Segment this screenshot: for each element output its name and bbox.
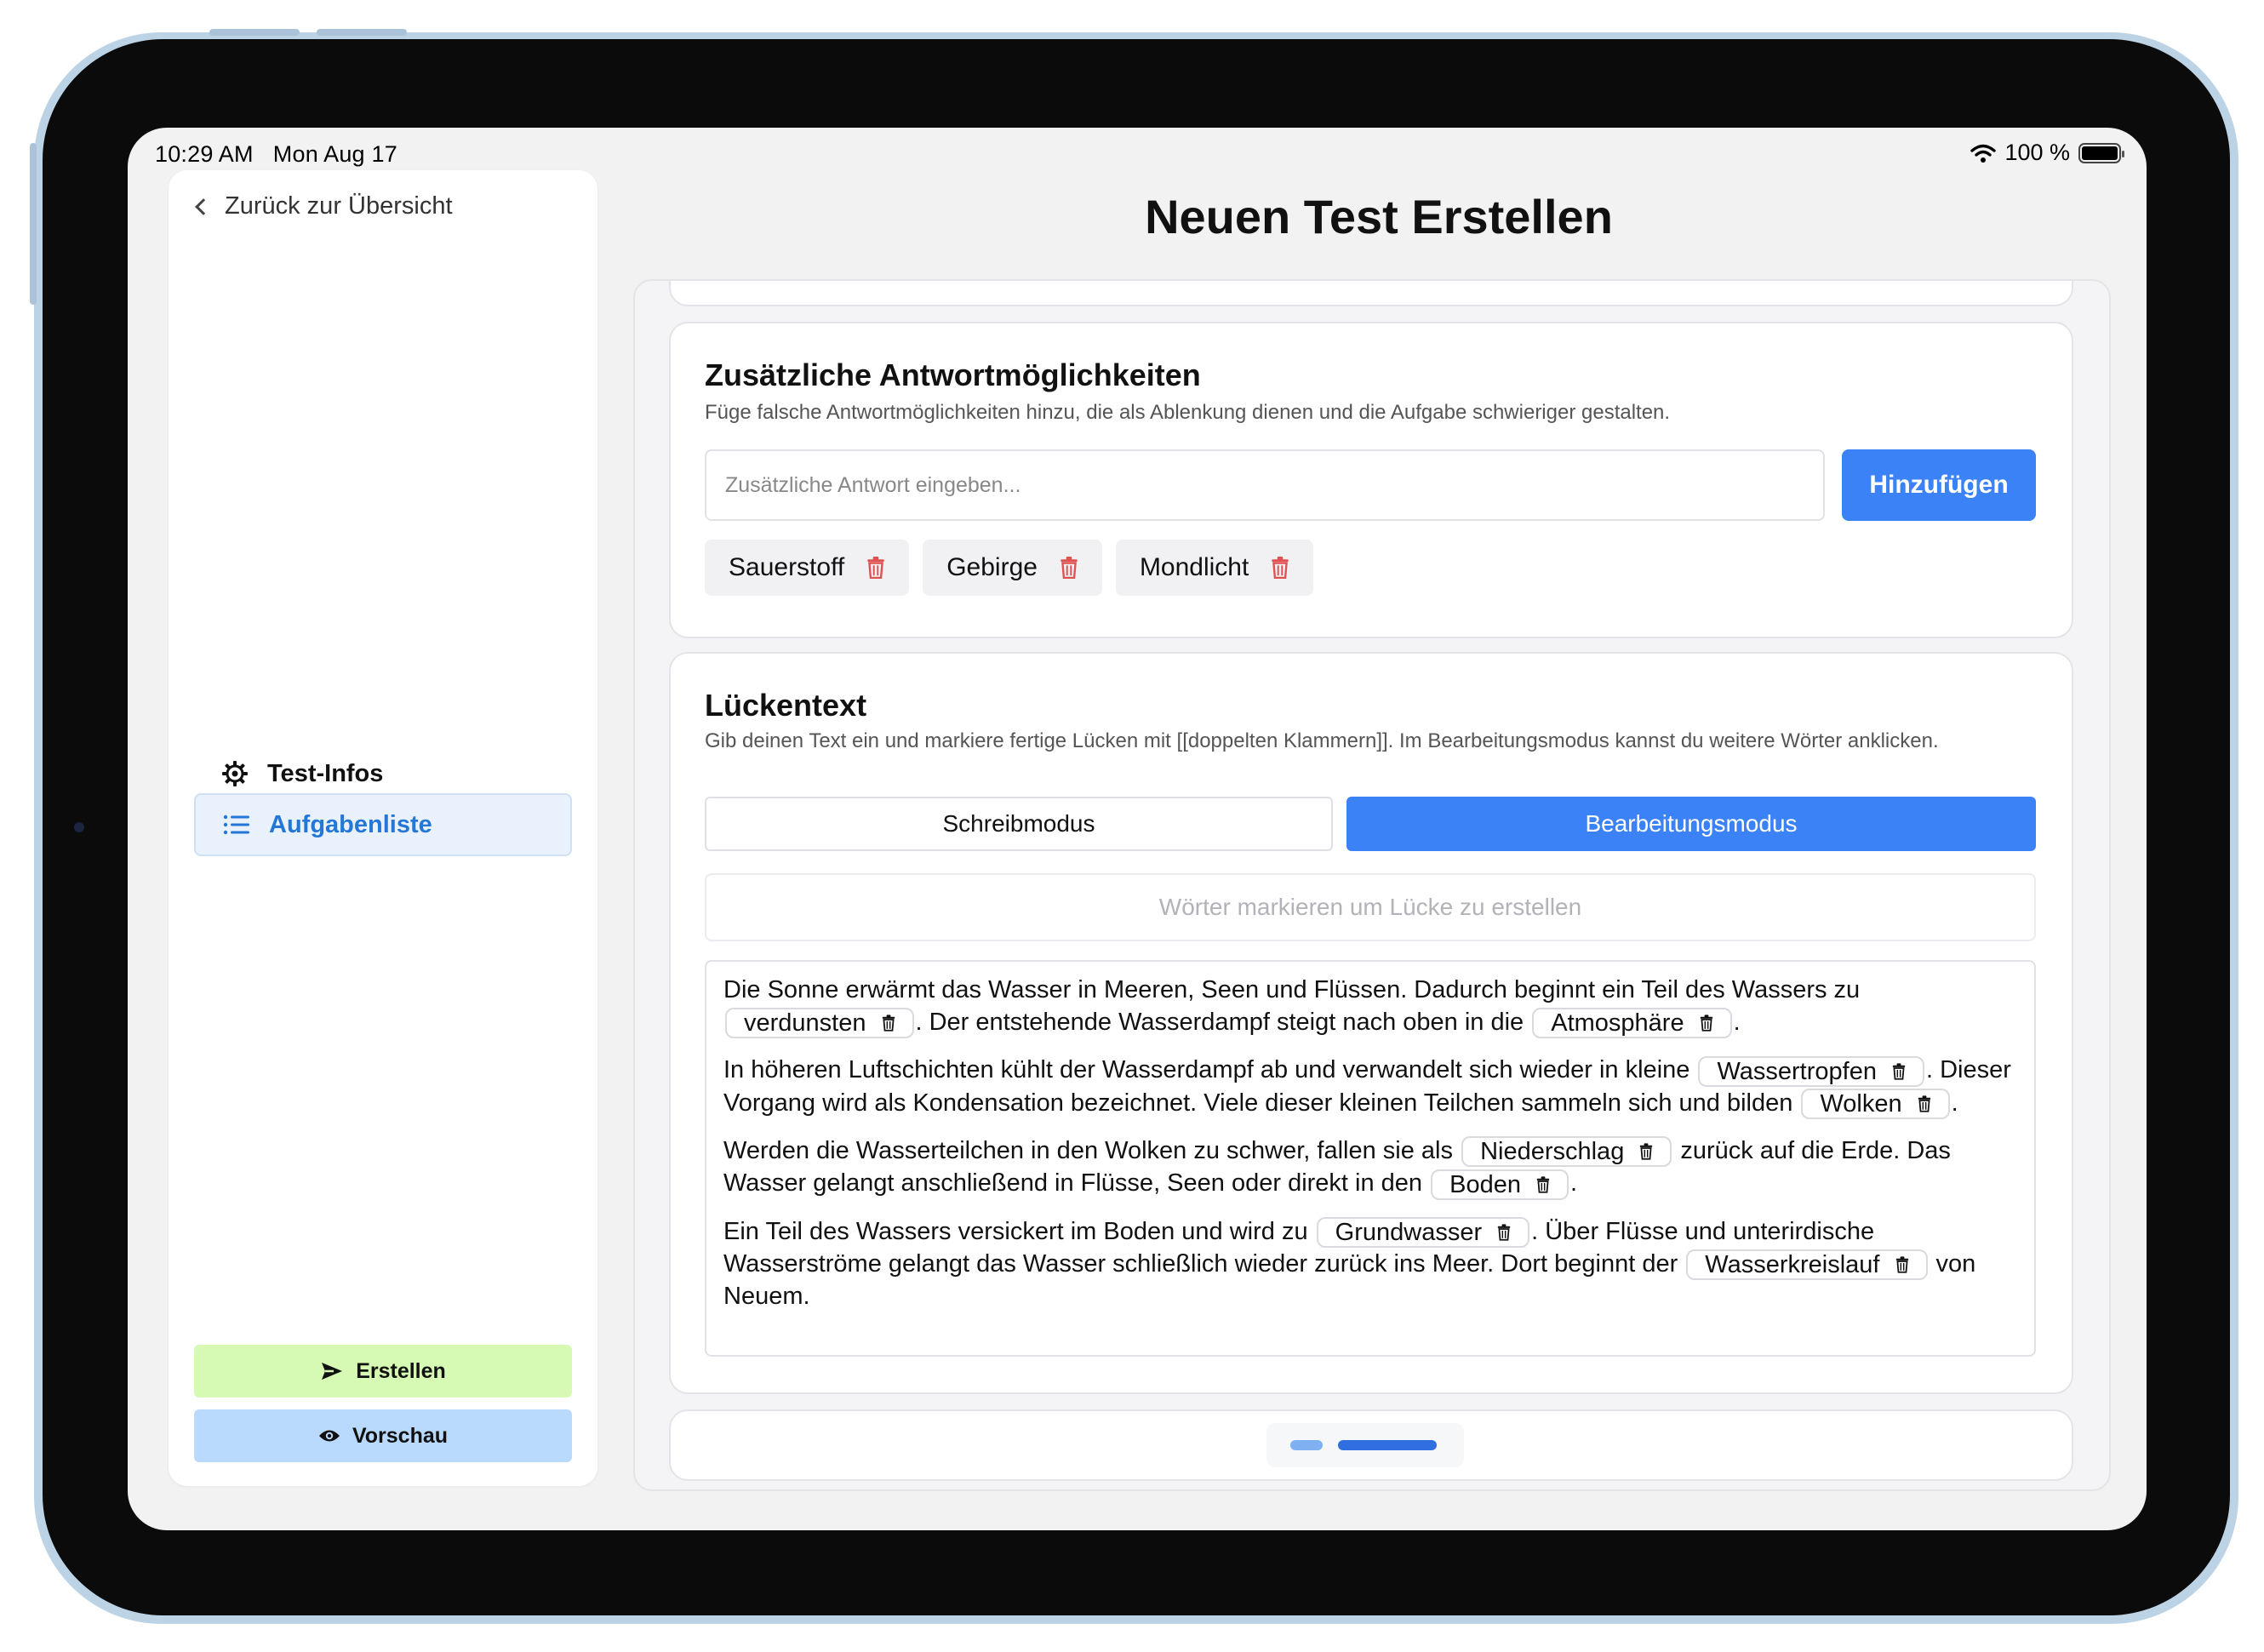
screen: 10:29 AM Mon Aug 17 100 % Zurück zur Übe… xyxy=(128,128,2147,1530)
page-dot-1[interactable] xyxy=(1290,1440,1323,1450)
trash-icon[interactable] xyxy=(1536,1176,1550,1193)
gap-word[interactable]: Boden xyxy=(1431,1169,1569,1200)
gap-word[interactable]: Grundwasser xyxy=(1316,1217,1530,1249)
gap-word[interactable]: verdunsten xyxy=(725,1008,914,1039)
answer-chip: Mondlicht xyxy=(1115,540,1314,596)
mode-toggle: Schreibmodus Bearbeitungsmodus xyxy=(705,797,2036,851)
preview-label: Vorschau xyxy=(352,1423,449,1448)
answer-chip: Sauerstoff xyxy=(705,540,910,596)
list-icon xyxy=(223,815,249,835)
gap-text-segment: . Der entstehende Wasserdampf steigt nac… xyxy=(915,1009,1531,1036)
gap-word[interactable]: Atmosphäre xyxy=(1532,1008,1732,1039)
page-title: Neuen Test Erstellen xyxy=(1145,190,1613,243)
trash-icon[interactable] xyxy=(1060,557,1078,579)
battery-percent: 100 % xyxy=(2004,140,2070,165)
page-indicator xyxy=(1266,1423,1464,1467)
preview-button[interactable]: Vorschau xyxy=(194,1409,572,1462)
trash-icon[interactable] xyxy=(866,557,885,579)
answer-chip-label: Sauerstoff xyxy=(729,553,845,581)
gap-word-label: Grundwasser xyxy=(1335,1219,1483,1247)
battery-icon xyxy=(2078,142,2124,163)
pager-card xyxy=(669,1409,2073,1481)
gap-text-segment: . xyxy=(1951,1089,1958,1117)
sidebar-item-label: Test-Infos xyxy=(267,759,384,787)
extra-answer-placeholder: Zusätzliche Antwort eingeben... xyxy=(725,472,1021,497)
gear-icon xyxy=(222,761,248,786)
gap-text-subtitle: Gib deinen Text ein und markiere fertige… xyxy=(705,729,1939,752)
gap-text-segment: Ein Teil des Wassers versickert im Boden… xyxy=(723,1217,1315,1245)
gap-text-paragraph: In höheren Luftschichten kühlt der Wasse… xyxy=(723,1054,2017,1120)
gap-word-label: Wasserkreislauf xyxy=(1705,1251,1880,1279)
trash-icon[interactable] xyxy=(1918,1095,1931,1112)
answer-chip: Gebirge xyxy=(923,540,1102,596)
trash-icon[interactable] xyxy=(882,1015,895,1032)
extra-answer-input[interactable]: Zusätzliche Antwort eingeben... xyxy=(705,449,1825,521)
gap-word[interactable]: Wasserkreislauf xyxy=(1686,1249,1928,1281)
gap-text-segment: . xyxy=(1733,1009,1741,1036)
answer-chip-label: Mondlicht xyxy=(1139,553,1249,581)
gap-text-segment: . xyxy=(1569,1169,1578,1198)
gap-text-paragraph: Werden die Wasserteilchen in den Wolken … xyxy=(723,1135,2017,1200)
gap-text-paragraph: Die Sonne erwärmt das Wasser in Meeren, … xyxy=(723,974,2017,1039)
trash-icon[interactable] xyxy=(1497,1224,1511,1241)
create-label: Erstellen xyxy=(356,1358,446,1383)
eye-icon xyxy=(318,1430,340,1442)
extra-answers-card: Zusätzliche Antwortmöglichkeiten Füge fa… xyxy=(669,322,2073,638)
trash-icon[interactable] xyxy=(1892,1063,1906,1080)
answer-chip-label: Gebirge xyxy=(946,553,1038,581)
gap-text-title: Lückentext xyxy=(705,688,867,723)
page-dot-2[interactable] xyxy=(1338,1440,1437,1450)
sidebar-item-label: Aufgabenliste xyxy=(269,810,432,838)
gap-word-label: Boden xyxy=(1449,1170,1521,1198)
gap-word-label: verdunsten xyxy=(744,1009,866,1038)
extra-answers-subtitle: Füge falsche Antwortmöglichkeiten hinzu,… xyxy=(705,401,1671,424)
gap-word-label: Niederschlag xyxy=(1480,1138,1625,1166)
gap-text-card: Lückentext Gib deinen Text ein und marki… xyxy=(669,652,2073,1394)
gap-text-segment: Die Sonne erwärmt das Wasser in Meeren, … xyxy=(723,976,1861,1003)
trash-icon[interactable] xyxy=(1700,1015,1713,1032)
back-to-overview-link[interactable]: Zurück zur Übersicht xyxy=(192,192,453,220)
gap-word[interactable]: Niederschlag xyxy=(1461,1136,1672,1168)
trash-icon[interactable] xyxy=(1271,557,1289,579)
extra-answers-title: Zusätzliche Antwortmöglichkeiten xyxy=(705,357,1201,392)
create-button[interactable]: Erstellen xyxy=(194,1345,572,1398)
answer-chips: Sauerstoff Gebirge Mondlicht xyxy=(705,540,1314,596)
gap-text-segment: Werden die Wasserteilchen in den Wolken … xyxy=(723,1137,1461,1165)
gap-word[interactable]: Wolken xyxy=(1801,1089,1950,1120)
gap-word[interactable]: Wassertropfen xyxy=(1698,1055,1924,1087)
trash-icon[interactable] xyxy=(1895,1256,1909,1274)
gap-word-label: Wassertropfen xyxy=(1717,1057,1877,1085)
chevron-left-icon xyxy=(195,197,212,215)
gap-text-segment: In höheren Luftschichten kühlt der Wasse… xyxy=(723,1056,1697,1084)
trash-icon[interactable] xyxy=(1639,1143,1653,1161)
write-mode-button[interactable]: Schreibmodus xyxy=(705,797,1333,851)
volume-button xyxy=(209,29,300,36)
wifi-icon xyxy=(1970,144,1997,163)
gap-word-label: Wolken xyxy=(1820,1090,1902,1118)
power-button xyxy=(30,143,37,305)
sidebar-item-aufgabenliste[interactable]: Aufgabenliste xyxy=(194,793,572,856)
gap-text-editor[interactable]: Die Sonne erwärmt das Wasser in Meeren, … xyxy=(705,960,2036,1357)
status-time: 10:29 AM Mon Aug 17 xyxy=(155,141,397,167)
send-icon xyxy=(322,1363,343,1380)
add-answer-button[interactable]: Hinzufügen xyxy=(1842,449,2036,521)
task-panel[interactable]: Zusätzliche Antwortmöglichkeiten Füge fa… xyxy=(633,279,2111,1491)
camera-dot xyxy=(74,822,84,832)
sidebar: Zurück zur Übersicht Test-Infos Aufgaben… xyxy=(169,170,597,1486)
gap-word-label: Atmosphäre xyxy=(1551,1009,1684,1038)
previous-card xyxy=(669,281,2073,306)
edit-mode-button[interactable]: Bearbeitungsmodus xyxy=(1346,797,2036,851)
gap-text-paragraph: Ein Teil des Wassers versickert im Boden… xyxy=(723,1215,2017,1313)
volume-button xyxy=(317,29,407,36)
status-right: 100 % xyxy=(1970,140,2124,166)
back-label: Zurück zur Übersicht xyxy=(225,192,453,220)
gap-hint: Wörter markieren um Lücke zu erstellen xyxy=(705,873,2036,941)
